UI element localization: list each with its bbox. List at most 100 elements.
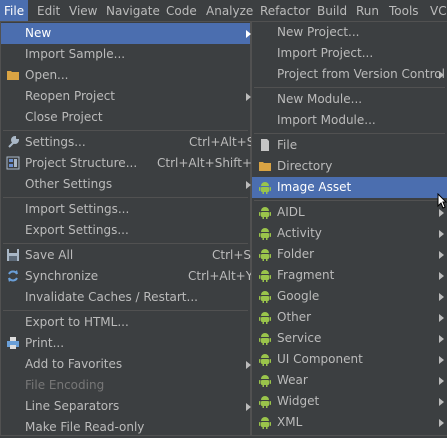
file-menu-make-read-only[interactable]: Make File Read-only (1, 417, 250, 438)
new-menu-folder[interactable]: Folder (252, 244, 447, 265)
new-menu-fragment[interactable]: Fragment (252, 265, 447, 286)
menu-item-label: AIDL (277, 205, 305, 219)
file-menu-settings[interactable]: Settings... Ctrl+Alt+S (1, 132, 254, 153)
menu-item-label: Import Project... (277, 46, 374, 60)
file-menu-add-to-favorites[interactable]: Add to Favorites (1, 354, 251, 375)
menu-run[interactable]: Run (352, 0, 383, 22)
menu-tools[interactable]: Tools (385, 0, 423, 22)
file-menu-line-separators[interactable]: Line Separators (1, 396, 251, 417)
new-menu-aidl[interactable]: AIDL (252, 202, 447, 223)
menu-navigate[interactable]: Navigate (102, 0, 164, 22)
menu-vcs[interactable]: VCS (426, 0, 447, 22)
menu-build[interactable]: Build (313, 0, 351, 22)
file-menu-close-project[interactable]: Close Project (1, 107, 250, 128)
menu-item-label: New Module... (277, 92, 363, 106)
new-menu-import-module[interactable]: Import Module... (252, 110, 447, 131)
menu-item-label: Export Settings... (25, 223, 129, 237)
file-menu-save-all[interactable]: Save All Ctrl+S (1, 245, 252, 266)
file-menu-reopen-project[interactable]: Reopen Project (1, 86, 251, 107)
menu-file[interactable]: File (0, 0, 29, 22)
project-structure-icon (6, 156, 20, 170)
new-menu-import-project[interactable]: Import Project... (252, 43, 447, 64)
submenu-arrow-icon (439, 230, 444, 238)
menu-separator (254, 200, 445, 201)
menu-item-label: Import Settings... (25, 202, 130, 216)
file-menu-import-sample[interactable]: Import Sample... (1, 44, 250, 65)
file-menu-synchronize[interactable]: Synchronize Ctrl+Alt+Y (1, 266, 254, 287)
menu-item-label: Service (277, 331, 322, 345)
sync-icon (6, 269, 20, 283)
new-menu-project-from-vcs[interactable]: Project from Version Control (252, 64, 447, 85)
print-icon (6, 336, 20, 350)
android-icon (258, 289, 272, 303)
submenu-arrow-icon (439, 71, 444, 79)
new-menu-service[interactable]: Service (252, 328, 447, 349)
android-icon (258, 373, 272, 387)
menu-separator (3, 130, 248, 131)
menu-item-label: Save All (25, 248, 74, 262)
menu-item-label: Fragment (277, 268, 335, 282)
file-menu-export-html[interactable]: Export to HTML... (1, 312, 250, 333)
file-menu: New Import Sample... Open... Reopen Proj… (0, 21, 260, 438)
new-menu-activity[interactable]: Activity (252, 223, 447, 244)
menu-item-label: File (277, 138, 298, 152)
menu-item-shortcut: Ctrl+Alt+Shift+S (157, 156, 260, 170)
menu-item-shortcut: Ctrl+Alt+S (189, 135, 255, 149)
menu-item-label: Activity (277, 226, 322, 240)
submenu-arrow-icon (439, 251, 444, 259)
submenu-arrow-icon (439, 398, 444, 406)
new-menu-new-module[interactable]: New Module... (252, 89, 447, 110)
new-menu-new-project[interactable]: New Project... (252, 22, 447, 43)
file-menu-print[interactable]: Print... (1, 333, 250, 354)
menu-item-shortcut: Ctrl+Alt+Y (188, 269, 254, 283)
folder-icon (258, 159, 272, 173)
android-icon (258, 268, 272, 282)
android-icon (258, 415, 272, 429)
new-menu-google[interactable]: Google (252, 286, 447, 307)
android-icon (258, 352, 272, 366)
menu-item-label: Print... (25, 336, 65, 350)
folder-icon (6, 68, 20, 82)
menu-item-shortcut: Ctrl+S (212, 248, 252, 262)
submenu-arrow-icon (439, 377, 444, 385)
new-menu-file[interactable]: File (252, 135, 447, 156)
menu-code[interactable]: Code (162, 0, 201, 22)
new-menu-other[interactable]: Other (252, 307, 447, 328)
menu-item-label: Reopen Project (25, 89, 115, 103)
menu-item-label: Other Settings (25, 177, 113, 191)
menu-item-label: Image Asset (277, 180, 352, 194)
menu-refactor[interactable]: Refactor (256, 0, 314, 22)
menu-view[interactable]: View (65, 0, 101, 22)
file-menu-invalidate-caches[interactable]: Invalidate Caches / Restart... (1, 287, 250, 308)
file-menu-import-settings[interactable]: Import Settings... (1, 199, 250, 220)
android-icon (258, 394, 272, 408)
new-menu-widget[interactable]: Widget (252, 391, 447, 412)
menu-item-label: Invalidate Caches / Restart... (25, 290, 198, 304)
menu-item-label: File Encoding (25, 378, 105, 392)
menu-item-label: UI Component (277, 352, 363, 366)
file-menu-open[interactable]: Open... (1, 65, 250, 86)
menu-separator (3, 243, 248, 244)
new-menu-wear[interactable]: Wear (252, 370, 447, 391)
submenu-arrow-icon (439, 356, 444, 364)
new-menu-ui-component[interactable]: UI Component (252, 349, 447, 370)
menu-item-label: Project from Version Control (277, 67, 445, 81)
file-menu-project-structure[interactable]: Project Structure... Ctrl+Alt+Shift+S (1, 153, 260, 174)
android-icon (258, 310, 272, 324)
menu-item-label: Project Structure... (25, 156, 138, 170)
new-submenu: New Project... Import Project... Project… (251, 21, 447, 436)
menu-analyze[interactable]: Analyze (202, 0, 257, 22)
submenu-arrow-icon (439, 419, 444, 427)
file-menu-other-settings[interactable]: Other Settings (1, 174, 251, 195)
menu-bar: File Edit View Navigate Code Analyze Ref… (0, 0, 447, 22)
wrench-icon (6, 135, 20, 149)
new-menu-directory[interactable]: Directory (252, 156, 447, 177)
submenu-arrow-icon (439, 293, 444, 301)
file-menu-export-settings[interactable]: Export Settings... (1, 220, 250, 241)
file-icon (258, 138, 272, 152)
android-icon (258, 205, 272, 219)
android-icon (258, 331, 272, 345)
file-menu-new[interactable]: New (1, 23, 251, 44)
menu-edit[interactable]: Edit (33, 0, 64, 22)
new-menu-image-asset[interactable]: Image Asset (252, 177, 447, 198)
